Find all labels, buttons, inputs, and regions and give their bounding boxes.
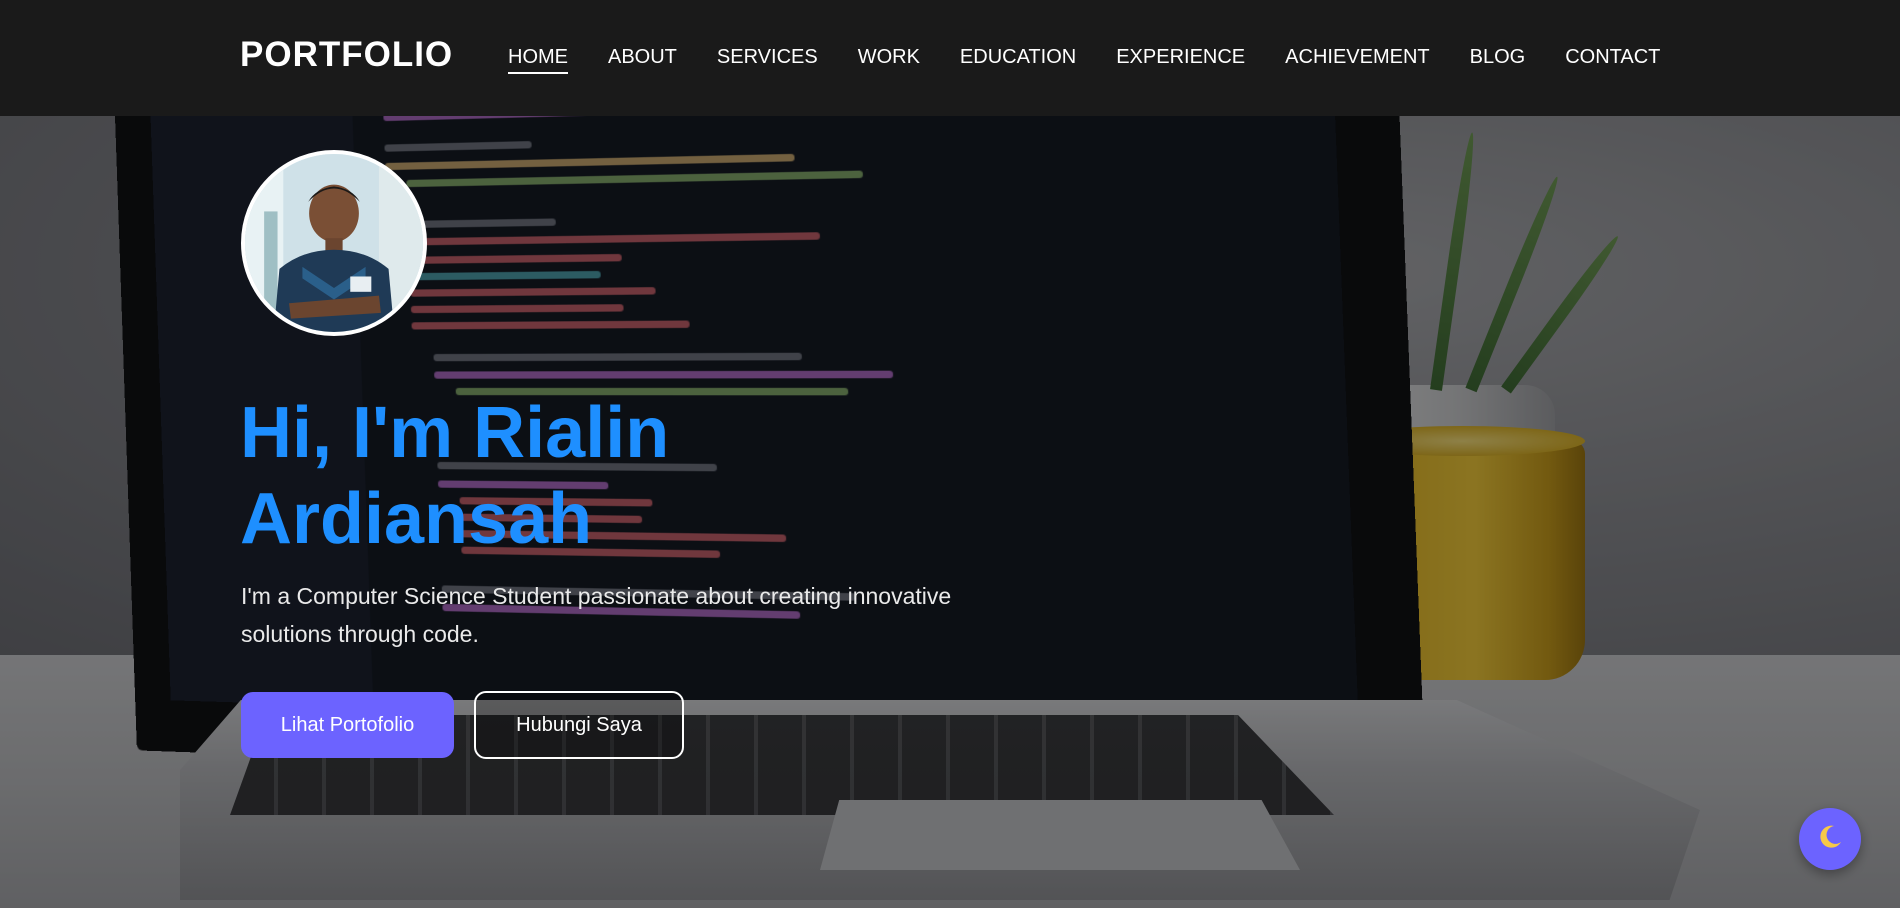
contact-me-button[interactable]: Hubungi Saya	[474, 691, 684, 759]
moon-icon	[1815, 822, 1845, 857]
nav-item-experience[interactable]: EXPERIENCE	[1116, 44, 1245, 70]
nav-item-blog[interactable]: BLOG	[1470, 44, 1526, 70]
nav-item-services[interactable]: SERVICES	[717, 44, 818, 70]
nav-item-education[interactable]: EDUCATION	[960, 44, 1076, 70]
nav-item-achievement[interactable]: ACHIEVEMENT	[1285, 44, 1429, 70]
profile-avatar	[241, 150, 427, 336]
hero-title: Hi, I'm Rialin Ardiansah	[240, 390, 920, 562]
hero-title-line-1: Hi, I'm Rialin	[240, 393, 670, 473]
nav-menu: HOME ABOUT SERVICES WORK EDUCATION EXPER…	[508, 44, 1700, 74]
theme-toggle-button[interactable]	[1799, 808, 1861, 870]
nav-item-home[interactable]: HOME	[508, 44, 568, 74]
hero-title-line-2: Ardiansah	[240, 479, 593, 559]
nav-item-work[interactable]: WORK	[858, 44, 920, 70]
nav-item-contact[interactable]: CONTACT	[1565, 44, 1660, 70]
navbar: PORTFOLIO HOME ABOUT SERVICES WORK EDUCA…	[0, 0, 1900, 116]
nav-item-about[interactable]: ABOUT	[608, 44, 677, 70]
hero-subtitle: I'm a Computer Science Student passionat…	[241, 583, 952, 647]
site-logo[interactable]: PORTFOLIO	[240, 35, 453, 75]
view-portfolio-button[interactable]: Lihat Portofolio	[241, 692, 454, 758]
profile-photo	[245, 154, 423, 332]
